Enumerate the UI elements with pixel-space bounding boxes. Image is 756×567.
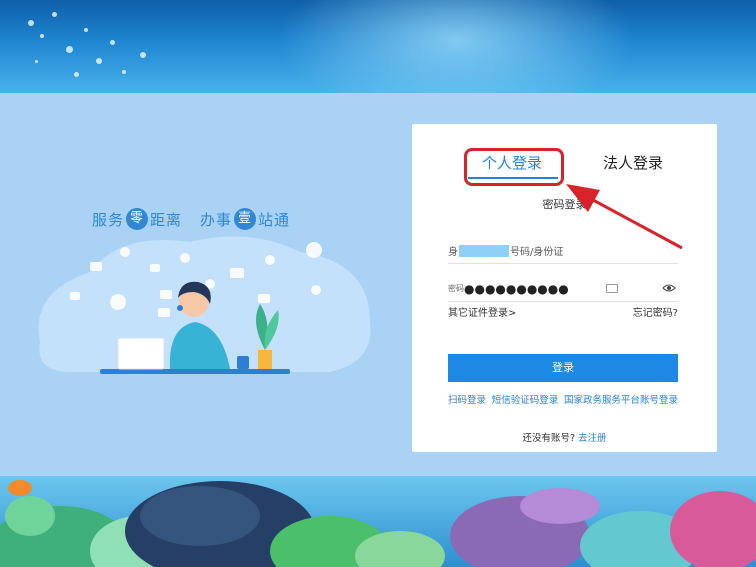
bubble: [122, 70, 126, 74]
bubble: [35, 60, 38, 63]
tab-corporate-login[interactable]: 法人登录: [603, 152, 663, 173]
customer-service-illustration: [38, 236, 371, 374]
slogan-text: 距离: [150, 210, 183, 229]
slogan-text: 服务: [92, 210, 125, 229]
forgot-password-link[interactable]: 忘记密码?: [633, 304, 678, 319]
bubble: [52, 12, 57, 17]
bubble: [28, 20, 34, 26]
keyboard-icon[interactable]: [606, 284, 618, 293]
bubble: [96, 58, 102, 64]
header-ocean-banner: [0, 0, 756, 93]
login-card: 个人登录 法人登录 密码登录 身 号码/身份证 密码 ●●●●●●●●●● 其它…: [412, 124, 717, 452]
password-field[interactable]: 密码 ●●●●●●●●●●: [448, 276, 678, 302]
login-button[interactable]: 登录: [448, 354, 678, 382]
annotation-highlight-box: [464, 148, 564, 186]
light-glow: [276, 0, 636, 93]
reef-illustration: [0, 480, 756, 567]
username-prefix: 身: [448, 247, 458, 258]
bubble: [40, 34, 44, 38]
redacted-block: [459, 244, 509, 257]
login-links-row: 其它证件登录> 忘记密码?: [448, 304, 678, 319]
sms-login-link[interactable]: 短信验证码登录: [492, 392, 559, 406]
password-login-label[interactable]: 密码登录: [412, 196, 717, 212]
other-cert-login-link[interactable]: 其它证件登录>: [448, 304, 516, 319]
footer-reef-banner: [0, 476, 756, 567]
register-link[interactable]: 去注册: [578, 433, 607, 444]
bubble: [84, 28, 88, 32]
alternative-logins: 扫码登录 短信验证码登录 国家政务服务平台账号登录: [448, 392, 678, 406]
bubble: [74, 72, 79, 77]
password-mask: ●●●●●●●●●●: [464, 281, 569, 296]
bubble: [66, 46, 73, 53]
username-placeholder: 号码/身份证: [510, 247, 564, 258]
bubble: [140, 52, 146, 58]
bubble: [110, 40, 115, 45]
qr-login-link[interactable]: 扫码登录: [448, 392, 486, 406]
slogan-badge: 零: [126, 208, 149, 230]
password-prefix: 密码: [448, 284, 464, 293]
slogan: 服务 零 距离 办事 壹 站通: [92, 206, 290, 232]
register-text: 还没有账号?: [522, 433, 575, 444]
slogan-badge: 壹: [234, 208, 257, 230]
slogan-text: 办事: [200, 210, 233, 229]
eye-icon[interactable]: [662, 281, 676, 295]
register-prompt: 还没有账号? 去注册: [412, 430, 717, 444]
national-platform-login-link[interactable]: 国家政务服务平台账号登录: [564, 392, 678, 406]
username-field[interactable]: 身 号码/身份证: [448, 238, 678, 264]
slogan-text: 站通: [258, 210, 291, 229]
